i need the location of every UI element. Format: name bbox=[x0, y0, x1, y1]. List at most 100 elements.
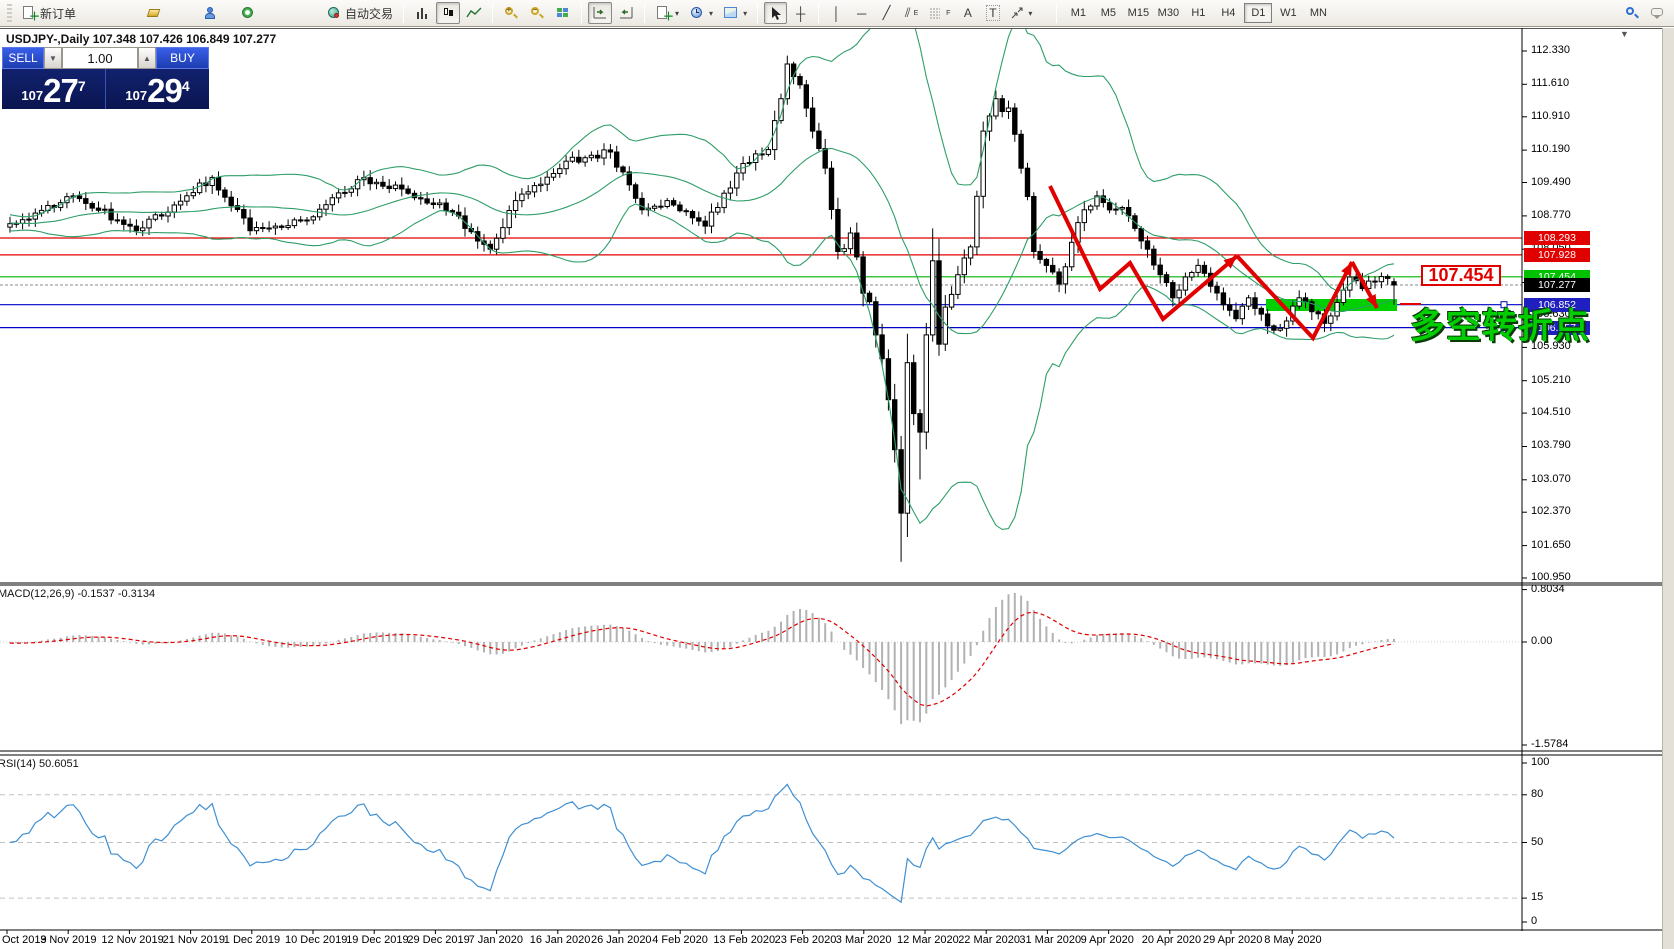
search-button[interactable] bbox=[1620, 2, 1644, 24]
auto-scroll-button[interactable] bbox=[588, 2, 612, 24]
price-tick-label: 105.210 bbox=[1531, 374, 1571, 386]
rsi-axis-label: 50 bbox=[1531, 836, 1543, 848]
date-axis-label: 29 Dec 2019 bbox=[407, 934, 469, 946]
trendline-button[interactable]: ╱ bbox=[875, 2, 898, 24]
bar-chart-button[interactable] bbox=[410, 2, 434, 24]
text-label-button[interactable]: T bbox=[981, 2, 1004, 24]
crosshair-button[interactable]: ┼ bbox=[789, 2, 812, 24]
chart-shift-icon bbox=[618, 5, 634, 21]
horizontal-line-button[interactable]: ─ bbox=[850, 2, 873, 24]
level-price-tag: 108.293 bbox=[1524, 231, 1590, 245]
date-axis-label: 31 Mar 2020 bbox=[1019, 934, 1081, 946]
date-axis-label: 8 May 2020 bbox=[1264, 934, 1321, 946]
trendline-icon: ╱ bbox=[883, 5, 891, 21]
volume-input[interactable]: 1.00 bbox=[62, 47, 138, 69]
timeframe-m5[interactable]: M5 bbox=[1094, 3, 1122, 23]
candlestick-chart-button[interactable] bbox=[436, 2, 460, 24]
macd-axis-label: 0.00 bbox=[1531, 635, 1552, 647]
volume-decrease-button[interactable]: ▼ bbox=[44, 47, 62, 69]
fibonacci-icon bbox=[929, 6, 943, 20]
date-axis-label: 29 Apr 2020 bbox=[1203, 934, 1262, 946]
equidistant-channel-button[interactable]: ⫽E bbox=[900, 2, 923, 24]
rsi-axis-label: 80 bbox=[1531, 788, 1543, 800]
window-edge-strip bbox=[1662, 28, 1674, 949]
fibonacci-button[interactable]: F bbox=[925, 2, 954, 24]
zoom-out-icon: − bbox=[529, 5, 545, 21]
vertical-line-icon: │ bbox=[833, 6, 841, 21]
timeframe-m15[interactable]: M15 bbox=[1124, 3, 1152, 23]
price-chart-canvas[interactable] bbox=[0, 28, 1674, 949]
arrows-button[interactable]: ▾ bbox=[1006, 2, 1036, 24]
community-icon bbox=[202, 5, 218, 21]
price-tick-label: 104.510 bbox=[1531, 406, 1571, 418]
date-axis-label: 9 Apr 2020 bbox=[1081, 934, 1134, 946]
auto-scroll-icon bbox=[592, 5, 608, 21]
signals-icon bbox=[240, 5, 256, 21]
date-axis-label: 12 Nov 2019 bbox=[101, 934, 163, 946]
new-order-button[interactable]: ＋ 新订单 bbox=[17, 2, 80, 24]
cursor-button[interactable] bbox=[764, 2, 787, 24]
current-price-tag: 107.277 bbox=[1524, 278, 1590, 292]
chart-window[interactable]: USDJPY-,Daily 107.348 107.426 106.849 10… bbox=[0, 28, 1674, 949]
line-chart-icon bbox=[466, 5, 482, 21]
price-tick-label: 101.650 bbox=[1531, 539, 1571, 551]
mt4-window: ＋ 新订单 自动交易 + − bbox=[0, 0, 1674, 949]
date-axis-label: 26 Jan 2020 bbox=[591, 934, 652, 946]
text-button[interactable]: A bbox=[956, 2, 979, 24]
candlestick-chart-icon bbox=[440, 5, 456, 21]
periods-icon bbox=[689, 5, 705, 21]
tile-windows-button[interactable] bbox=[551, 2, 575, 24]
price-tick-label: 103.070 bbox=[1531, 473, 1571, 485]
cursor-icon bbox=[769, 6, 783, 21]
periods-button[interactable]: ▾ bbox=[685, 2, 717, 24]
timeframe-h1[interactable]: H1 bbox=[1184, 3, 1212, 23]
zoom-in-icon: + bbox=[503, 5, 519, 21]
line-chart-button[interactable] bbox=[462, 2, 486, 24]
chart-title: USDJPY-,Daily 107.348 107.426 106.849 10… bbox=[6, 32, 276, 46]
timeframe-d1[interactable]: D1 bbox=[1244, 3, 1272, 23]
date-axis-label: 10 Dec 2019 bbox=[285, 934, 347, 946]
vertical-line-button[interactable]: │ bbox=[825, 2, 848, 24]
toolbar-grip[interactable] bbox=[7, 4, 12, 22]
chart-shift-button[interactable] bbox=[614, 2, 638, 24]
price-tick-label: 108.770 bbox=[1531, 209, 1571, 221]
timeframe-mn[interactable]: MN bbox=[1304, 3, 1332, 23]
price-tick-label: 100.950 bbox=[1531, 571, 1571, 583]
metaeditor-button[interactable] bbox=[142, 2, 166, 24]
date-axis-label: 20 Apr 2020 bbox=[1142, 934, 1201, 946]
sell-price[interactable]: 107 27 7 bbox=[2, 69, 105, 109]
timeframe-m1[interactable]: M1 bbox=[1064, 3, 1092, 23]
macd-axis-label: 0.8034 bbox=[1531, 583, 1565, 595]
chinese-annotation-text[interactable]: 多空转折点 bbox=[1410, 298, 1590, 349]
price-tick-label: 112.330 bbox=[1531, 44, 1570, 56]
zoom-out-button[interactable]: − bbox=[525, 2, 549, 24]
buy-price[interactable]: 107 29 4 bbox=[106, 69, 209, 109]
scroll-end-marker: ▼ bbox=[1620, 29, 1629, 39]
signals-button[interactable] bbox=[236, 2, 260, 24]
date-axis-label: 22 Mar 2020 bbox=[958, 934, 1020, 946]
timeframe-h4[interactable]: H4 bbox=[1214, 3, 1242, 23]
volume-increase-button[interactable]: ▲ bbox=[138, 47, 156, 69]
price-annotation-label[interactable]: 107.454 bbox=[1421, 265, 1501, 286]
price-tick-label: 111.610 bbox=[1531, 77, 1569, 89]
zoom-in-button[interactable]: + bbox=[499, 2, 523, 24]
chat-button[interactable] bbox=[1646, 2, 1670, 24]
rsi-axis-label: 0 bbox=[1531, 915, 1537, 927]
new-order-icon: ＋ bbox=[21, 5, 37, 21]
timeframe-m30[interactable]: M30 bbox=[1154, 3, 1182, 23]
date-axis-label: 7 Jan 2020 bbox=[469, 934, 523, 946]
date-axis-label: 1 Dec 2019 bbox=[224, 934, 280, 946]
buy-button[interactable]: BUY bbox=[156, 47, 209, 69]
text-icon: A bbox=[964, 6, 972, 20]
sell-button[interactable]: SELL bbox=[2, 47, 44, 69]
templates-button[interactable]: ▾ bbox=[719, 2, 751, 24]
price-tick-label: 102.370 bbox=[1531, 505, 1571, 517]
indicators-button[interactable]: ＋▾ bbox=[651, 2, 683, 24]
horizontal-line-icon: ─ bbox=[857, 6, 866, 21]
community-button[interactable] bbox=[198, 2, 222, 24]
chat-icon bbox=[1650, 5, 1666, 21]
autotrading-button[interactable]: 自动交易 bbox=[322, 2, 397, 24]
date-axis-label: 19 Dec 2019 bbox=[346, 934, 408, 946]
timeframe-w1[interactable]: W1 bbox=[1274, 3, 1302, 23]
price-tick-label: 110.190 bbox=[1531, 143, 1570, 155]
